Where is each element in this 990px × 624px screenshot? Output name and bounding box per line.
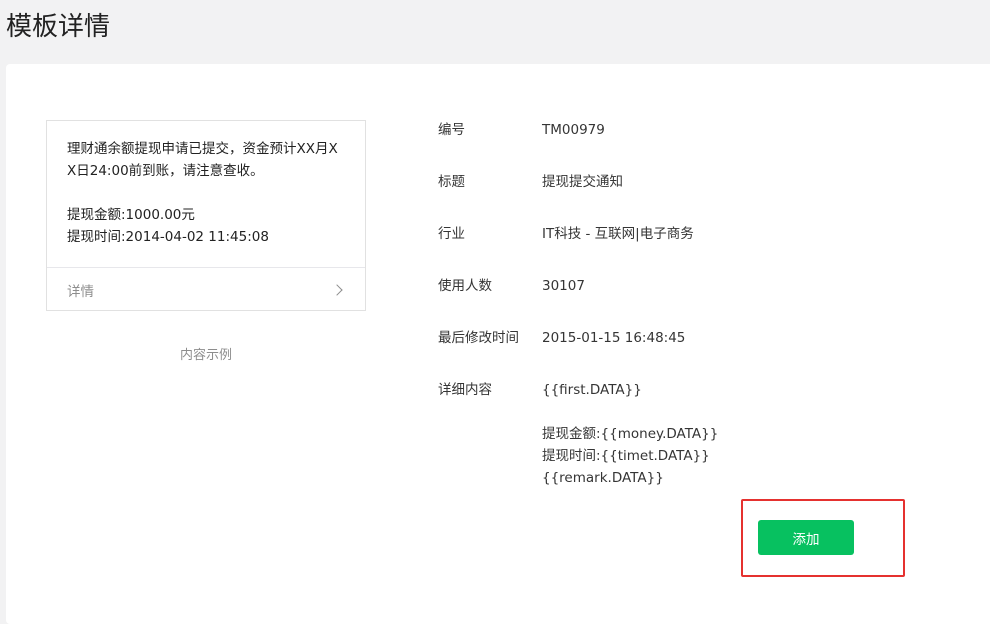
detail-label-users: 使用人数 (438, 278, 492, 294)
detail-row-title: 标题 提现提交通知 (438, 171, 623, 193)
detail-value-users: 30107 (542, 278, 585, 294)
detail-value-modified: 2015-01-15 16:48:45 (542, 330, 686, 346)
message-preview-card: 理财通余额提现申请已提交，资金预计XX月XX日24:00前到账，请注意查收。 提… (46, 120, 366, 311)
content-money-line: 提现金额:{{money.DATA}} (542, 426, 719, 442)
detail-label-title: 标题 (438, 174, 465, 190)
detail-row-content: 详细内容 {{first.DATA}} 提现金额:{{money.DATA}} … (438, 379, 718, 489)
detail-label-id: 编号 (438, 122, 465, 138)
preview-caption: 内容示例 (179, 348, 232, 363)
preview-body: 理财通余额提现申请已提交，资金预计XX月XX日24:00前到账，请注意查收。 提… (47, 121, 365, 248)
detail-label-content: 详细内容 (438, 382, 492, 398)
preview-details-link[interactable]: 详情 (47, 267, 365, 311)
detail-value-industry: IT科技 - 互联网|电子商务 (542, 226, 694, 242)
detail-value-id: TM00979 (542, 122, 605, 138)
detail-label-modified: 最后修改时间 (438, 330, 519, 346)
template-detail-card: 理财通余额提现申请已提交，资金预计XX月XX日24:00前到账，请注意查收。 提… (6, 64, 990, 624)
detail-value-title: 提现提交通知 (542, 174, 623, 190)
page-title: 模板详情 (6, 12, 111, 42)
detail-row-modified: 最后修改时间 2015-01-15 16:48:45 (438, 327, 685, 349)
content-first-line: {{first.DATA}} (542, 382, 642, 398)
detail-label-industry: 行业 (438, 226, 465, 242)
content-remark-line: {{remark.DATA}} (542, 470, 664, 486)
content-time-line: 提现时间:{{timet.DATA}} (542, 448, 710, 464)
preview-details-label: 详情 (67, 283, 94, 300)
preview-amount-line: 提现金额:1000.00元 (67, 207, 195, 223)
preview-first-text: 理财通余额提现申请已提交，资金预计XX月XX日24:00前到账，请注意查收。 (67, 141, 338, 179)
detail-row-users: 使用人数 30107 (438, 275, 585, 297)
preview-time-line: 提现时间:2014-04-02 11:45:08 (67, 229, 269, 245)
detail-value-content: {{first.DATA}} 提现金额:{{money.DATA}} 提现时间:… (542, 379, 718, 489)
detail-row-id: 编号 TM00979 (438, 119, 605, 141)
add-button[interactable]: 添加 (758, 520, 854, 555)
detail-row-industry: 行业 IT科技 - 互联网|电子商务 (438, 223, 694, 245)
chevron-right-icon (331, 283, 343, 296)
